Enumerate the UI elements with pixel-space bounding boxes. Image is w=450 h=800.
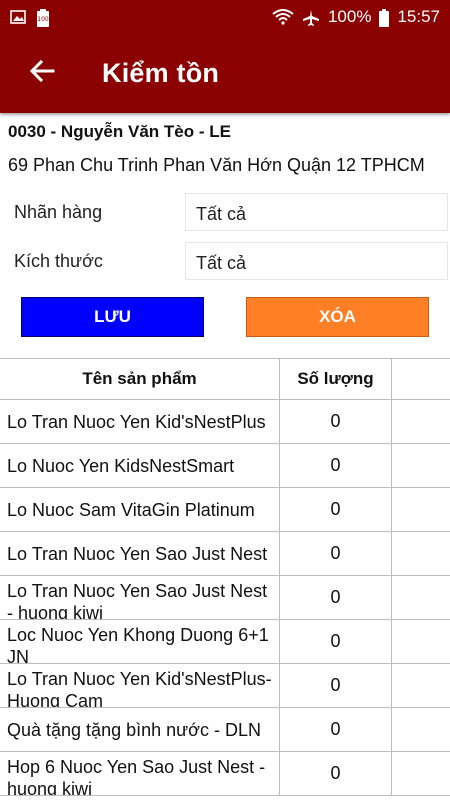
page-title: Kiểm tồn [102, 57, 220, 88]
product-name-cell: Lo Nuoc Sam VitaGin Platinum [0, 488, 280, 531]
size-select[interactable]: Tất cả [185, 242, 448, 280]
product-name-cell: Lo Tran Nuoc Yen Sao Just Nest - huong k… [0, 576, 280, 619]
app-bar: Kiểm tồn [0, 33, 450, 113]
product-name-cell: Lo Tran Nuoc Yen Kid'sNestPlus-Huong Cam [0, 664, 280, 707]
extra-cell [392, 488, 450, 531]
quantity-cell[interactable]: 0 [280, 400, 392, 443]
column-header-extra [392, 359, 450, 399]
table-row[interactable]: Hop 6 Nuoc Yen Sao Just Nest - huong kiw… [0, 752, 450, 796]
extra-cell [392, 708, 450, 751]
extra-cell [392, 752, 450, 795]
brand-select[interactable]: Tất cả [185, 193, 448, 231]
quantity-cell[interactable]: 0 [280, 620, 392, 663]
status-bar: 100 100% 15:57 [0, 0, 450, 33]
back-button[interactable] [12, 43, 72, 103]
table-body: Lo Tran Nuoc Yen Kid'sNestPlus 0 Lo Nuoc Y… [0, 400, 450, 796]
extra-cell [392, 400, 450, 443]
battery-percent: 100% [327, 6, 372, 26]
product-name-cell: Hop 6 Nuoc Yen Sao Just Nest - huong kiw… [0, 752, 280, 795]
table-row[interactable]: Lo Nuoc Sam VitaGin Platinum 0 [0, 488, 450, 532]
table-row[interactable]: Lo Tran Nuoc Yen Kid'sNestPlus-Huong Cam… [0, 664, 450, 708]
delete-button[interactable]: XÓA [246, 297, 429, 337]
extra-cell [392, 532, 450, 575]
table-row[interactable]: Lo Tran Nuoc Yen Sao Just Nest - huong k… [0, 576, 450, 620]
extra-cell [392, 576, 450, 619]
airplane-mode-icon [302, 9, 320, 26]
product-name-cell: Quà tặng tặng bình nước - DLN [0, 708, 280, 751]
product-name-cell: Lo Tran Nuoc Yen Sao Just Nest [0, 532, 280, 575]
arrow-back-icon [29, 58, 55, 89]
size-label: Kích thước [14, 251, 103, 271]
quantity-cell[interactable]: 0 [280, 664, 392, 707]
quantity-cell[interactable]: 0 [280, 532, 392, 575]
product-table: Tên sản phẩm Số lượng Lo Tran Nuoc Yen K… [0, 358, 450, 796]
customer-title: 0030 - Nguyễn Văn Tèo - LE [8, 122, 231, 141]
wifi-icon [272, 8, 294, 25]
brand-label: Nhãn hàng [14, 202, 103, 222]
quantity-cell[interactable]: 0 [280, 576, 392, 619]
brand-filter-row: Nhãn hàng Tất cả [0, 193, 450, 233]
table-row[interactable]: Lo Nuoc Yen KidsNestSmart 0 [0, 444, 450, 488]
quantity-cell[interactable]: 0 [280, 708, 392, 751]
table-row[interactable]: Loc Nuoc Yen Khong Duong 6+1 JN 0 [0, 620, 450, 664]
table-row[interactable]: Lo Tran Nuoc Yen Sao Just Nest 0 [0, 532, 450, 576]
quantity-cell[interactable]: 0 [280, 752, 392, 795]
column-header-qty: Số lượng [280, 359, 392, 399]
save-button[interactable]: LƯU [21, 297, 204, 337]
extra-cell [392, 664, 450, 707]
product-name-cell: Lo Tran Nuoc Yen Kid'sNestPlus [0, 400, 280, 443]
battery-icon [379, 8, 390, 27]
column-header-name: Tên sản phẩm [0, 359, 280, 399]
image-icon [10, 9, 26, 25]
customer-address: 69 Phan Chu Trinh Phan Văn Hớn Quận 12 T… [8, 155, 425, 175]
extra-cell [392, 620, 450, 663]
table-row[interactable]: Quà tặng tặng bình nước - DLN 0 [0, 708, 450, 752]
table-row[interactable]: Lo Tran Nuoc Yen Kid'sNestPlus 0 [0, 400, 450, 444]
product-name-cell: Loc Nuoc Yen Khong Duong 6+1 JN [0, 620, 280, 663]
quantity-cell[interactable]: 0 [280, 488, 392, 531]
table-header: Tên sản phẩm Số lượng [0, 358, 450, 400]
extra-cell [392, 444, 450, 487]
battery-saver-icon: 100 [36, 8, 52, 27]
svg-text:100: 100 [37, 16, 49, 23]
quantity-cell[interactable]: 0 [280, 444, 392, 487]
clock: 15:57 [397, 6, 440, 26]
size-filter-row: Kích thước Tất cả [0, 242, 450, 282]
product-name-cell: Lo Nuoc Yen KidsNestSmart [0, 444, 280, 487]
